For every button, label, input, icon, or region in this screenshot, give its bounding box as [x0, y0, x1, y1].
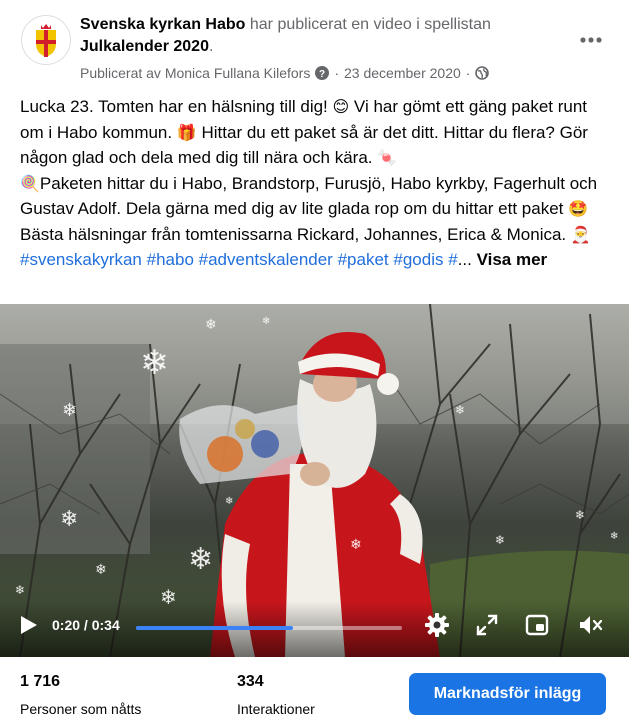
svg-text:❄: ❄ — [140, 343, 169, 383]
message-segment: Lucka 23. Tomten har en hälsning till di… — [20, 97, 333, 116]
svg-text:❄: ❄ — [205, 317, 217, 333]
interactions-value: 334 — [237, 673, 264, 690]
interactions-label: Interaktioner — [237, 701, 315, 717]
promote-post-button[interactable]: Marknadsför inlägg — [409, 673, 606, 715]
svg-text:?: ? — [319, 69, 325, 80]
santa-emoji-icon: 🎅 — [570, 226, 591, 244]
progress-bar[interactable] — [136, 626, 402, 630]
svg-text:❄: ❄ — [262, 316, 270, 327]
post-header: Svenska kyrkan Habo har publicerat en vi… — [0, 0, 629, 90]
video-controls: 0:20 / 0:34 — [0, 601, 629, 657]
picture-in-picture-icon[interactable] — [524, 612, 550, 638]
current-time: 0:20 — [52, 617, 81, 633]
see-more-link[interactable]: Visa mer — [477, 250, 548, 269]
reach-stat[interactable]: 1 716 Personer som nåtts — [20, 671, 141, 719]
video-time: 0:20 / 0:34 — [52, 617, 120, 633]
post-insights: 1 716 Personer som nåtts 334 Interaktion… — [0, 657, 629, 721]
message-segment: Paketen hittar du i Habo, Brandstorp, Fu… — [20, 173, 598, 219]
post-title-line: Svenska kyrkan Habo har publicerat en vi… — [80, 14, 560, 58]
hashtag-link[interactable]: # — [448, 250, 457, 269]
church-logo-icon — [22, 16, 70, 64]
hashtag-link[interactable]: #habo — [147, 250, 194, 269]
playlist-link[interactable]: Julkalender 2020 — [80, 38, 209, 55]
candy-emoji-icon: 🍬 — [377, 150, 398, 167]
svg-text:❄: ❄ — [60, 507, 78, 532]
fullscreen-icon[interactable] — [474, 612, 500, 638]
time-separator: / — [83, 617, 88, 633]
hashtag-link[interactable]: #paket — [338, 250, 389, 269]
lollipop-emoji-icon: 🍭 — [20, 175, 40, 193]
more-dots-icon — [580, 37, 602, 43]
post-message: Lucka 23. Tomten har en hälsning till di… — [20, 95, 610, 273]
play-icon[interactable] — [16, 613, 40, 637]
svg-text:❄: ❄ — [455, 403, 465, 417]
star-struck-emoji-icon: 🤩 — [568, 201, 589, 218]
meta-separator-2: · — [465, 65, 471, 81]
post-date-link[interactable]: 23 december 2020 — [344, 64, 461, 82]
hashtag-link[interactable]: #svenskakyrkan — [20, 250, 142, 269]
published-by: Publicerat av Monica Fullana Kilefors — [80, 65, 311, 81]
message-segment: Bästa hälsningar från tomtenissarna Rick… — [20, 224, 571, 244]
svg-text:❄: ❄ — [95, 562, 107, 578]
page-avatar[interactable] — [21, 15, 71, 65]
duration: 0:34 — [91, 617, 120, 633]
settings-gear-icon[interactable] — [424, 612, 450, 638]
gift-emoji-icon: 🎁 — [176, 124, 197, 142]
hashtag-link[interactable]: #adventskalender — [199, 250, 333, 269]
svg-text:❄: ❄ — [188, 542, 213, 577]
progress-fill — [136, 626, 293, 630]
svg-text:❄: ❄ — [15, 583, 25, 597]
reach-label: Personer som nåtts — [20, 701, 142, 717]
svg-text:❄: ❄ — [610, 531, 618, 542]
interactions-stat[interactable]: 334 Interaktioner — [237, 671, 315, 719]
volume-muted-icon[interactable] — [577, 612, 603, 638]
meta-separator: · — [334, 65, 340, 81]
post-meta: Publicerat av Monica Fullana Kilefors ? … — [80, 64, 560, 82]
svg-text:❄: ❄ — [62, 400, 77, 421]
globe-icon[interactable] — [475, 66, 490, 80]
more-options-button[interactable] — [573, 22, 609, 58]
post-action-text: har publicerat en video i spellistan — [245, 16, 491, 33]
smile-emoji-icon: 😊 — [332, 99, 350, 116]
video-player[interactable]: ❄ ❄ ❄ ❄ ❄ ❄ ❄ ❄ ❄ ❄ ❄ ❄ ❄ ❄ ❄ 0:20 / 0:3… — [0, 304, 629, 657]
post-card: Svenska kyrkan Habo har publicerat en vi… — [0, 0, 629, 721]
reach-value: 1 716 — [20, 673, 61, 690]
page-name-link[interactable]: Svenska kyrkan Habo — [80, 16, 245, 33]
svg-text:❄: ❄ — [575, 508, 585, 522]
svg-text:❄: ❄ — [225, 496, 233, 507]
question-circle-icon[interactable]: ? — [315, 66, 330, 80]
svg-text:❄: ❄ — [495, 533, 505, 547]
playlist-suffix: . — [208, 38, 214, 55]
ellipsis: ... — [457, 250, 472, 269]
svg-text:❄: ❄ — [350, 537, 362, 553]
header-text: Svenska kyrkan Habo har publicerat en vi… — [80, 14, 560, 82]
hashtag-link[interactable]: #godis — [393, 250, 443, 269]
